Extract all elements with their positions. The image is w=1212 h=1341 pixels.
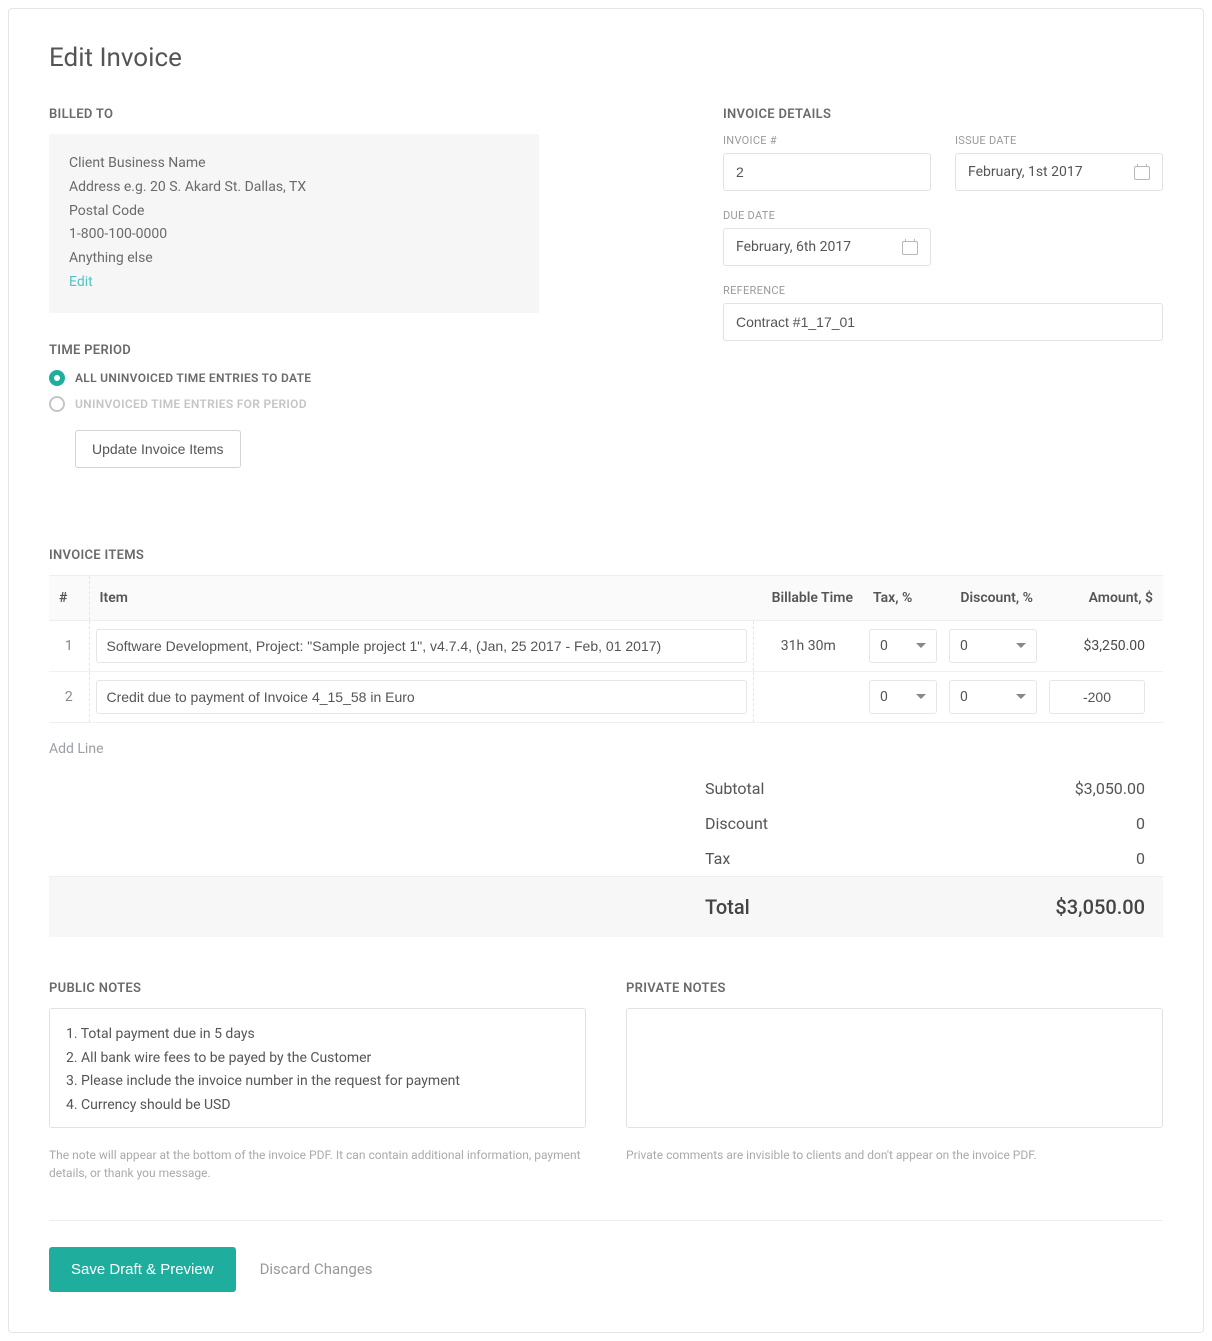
th-tax: Tax, % [863,575,943,620]
th-index: # [49,575,89,620]
tax-select[interactable]: 0 [869,629,937,663]
discard-changes-link[interactable]: Discard Changes [260,1260,373,1278]
private-notes-hint: Private comments are invisible to client… [626,1146,1163,1164]
chevron-down-icon [1016,641,1026,651]
th-amount: Amount, $ [1043,575,1163,620]
issue-date-input[interactable]: February, 1st 2017 [955,153,1163,191]
amount-value: $3,250.00 [1043,620,1163,671]
issue-date-label: ISSUE DATE [955,134,1163,147]
calendar-icon [902,239,918,255]
th-discount: Discount, % [943,575,1043,620]
tax-value: 0 [880,638,888,654]
update-invoice-items-button[interactable]: Update Invoice Items [75,430,241,468]
table-row: 1 31h 30m 0 0 $3,250.00 [49,620,1163,671]
row-index: 2 [49,671,89,722]
client-phone: 1-800-100-0000 [69,223,519,247]
calendar-icon [1134,164,1150,180]
discount-select[interactable]: 0 [949,680,1037,714]
table-row: 2 0 0 [49,671,1163,722]
client-address: Address e.g. 20 S. Akard St. Dallas, TX [69,176,519,200]
billed-to-box: Client Business Name Address e.g. 20 S. … [49,134,539,313]
client-other: Anything else [69,247,519,271]
radio-all-label: ALL UNINVOICED TIME ENTRIES TO DATE [75,371,311,385]
billable-time [753,671,863,722]
add-line-link[interactable]: Add Line [49,741,104,757]
invoice-items-heading: INVOICE ITEMS [49,548,1163,563]
due-date-value: February, 6th 2017 [736,239,851,255]
invoice-items-table: # Item Billable Time Tax, % Discount, % … [49,575,1163,723]
due-date-input[interactable]: February, 6th 2017 [723,228,931,266]
discount-value: 0 [960,689,968,705]
billed-to-heading: BILLED TO [49,107,683,122]
edit-billed-to-link[interactable]: Edit [69,274,93,290]
page-title: Edit Invoice [49,43,1163,73]
client-postal: Postal Code [69,200,519,224]
subtotal-label: Subtotal [705,779,825,798]
item-description-input[interactable] [96,680,747,714]
tax-value: 0 [1005,849,1145,868]
subtotal-value: $3,050.00 [1005,779,1145,798]
total-value: $3,050.00 [1005,895,1145,919]
chevron-down-icon [916,641,926,651]
tax-label: Tax [705,849,825,868]
public-notes-hint: The note will appear at the bottom of th… [49,1146,586,1182]
total-label: Total [705,895,825,919]
reference-label: REFERENCE [723,284,1163,297]
invoice-details-heading: INVOICE DETAILS [723,107,1163,122]
private-notes-heading: PRIVATE NOTES [626,981,1163,996]
discount-label: Discount [705,814,825,833]
public-notes-heading: PUBLIC NOTES [49,981,586,996]
discount-value: 0 [1005,814,1145,833]
tax-select[interactable]: 0 [869,680,937,714]
tax-value: 0 [880,689,888,705]
th-time: Billable Time [753,575,863,620]
save-draft-button[interactable]: Save Draft & Preview [49,1247,236,1292]
radio-icon [49,370,65,386]
chevron-down-icon [1016,692,1026,702]
discount-select[interactable]: 0 [949,629,1037,663]
th-item: Item [89,575,753,620]
time-period-heading: TIME PERIOD [49,343,683,358]
item-description-input[interactable] [96,629,747,663]
radio-period-range[interactable]: UNINVOICED TIME ENTRIES FOR PERIOD [49,396,683,412]
issue-date-value: February, 1st 2017 [968,164,1083,180]
billable-time: 31h 30m [753,620,863,671]
amount-input[interactable] [1049,680,1145,714]
discount-value: 0 [960,638,968,654]
edit-invoice-page: Edit Invoice BILLED TO Client Business N… [8,8,1204,1333]
public-notes-textarea[interactable]: 1. Total payment due in 5 days 2. All ba… [49,1008,586,1128]
radio-icon [49,396,65,412]
radio-all-uninvoiced[interactable]: ALL UNINVOICED TIME ENTRIES TO DATE [49,370,683,386]
chevron-down-icon [916,692,926,702]
reference-input[interactable] [723,303,1163,341]
invoice-number-label: INVOICE # [723,134,931,147]
radio-range-label: UNINVOICED TIME ENTRIES FOR PERIOD [75,397,307,411]
due-date-label: DUE DATE [723,209,931,222]
row-index: 1 [49,620,89,671]
invoice-number-input[interactable] [723,153,931,191]
client-name: Client Business Name [69,152,519,176]
private-notes-textarea[interactable] [626,1008,1163,1128]
